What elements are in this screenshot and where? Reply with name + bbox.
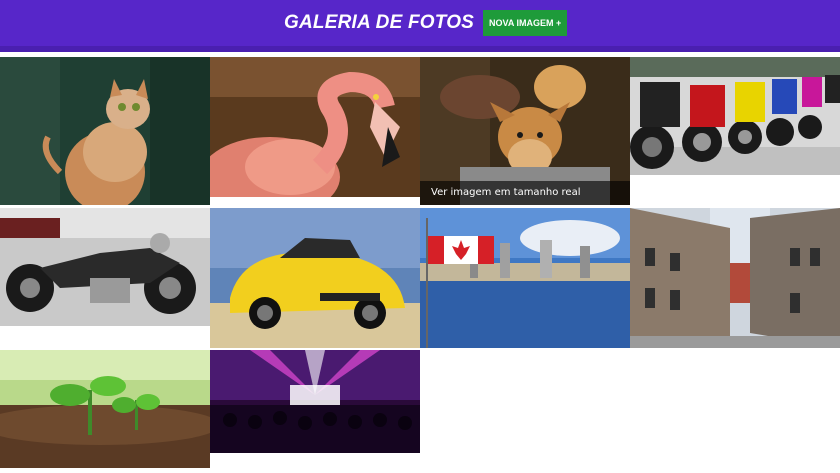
new-image-button[interactable]: NOVA IMAGEM + [483, 10, 568, 36]
photo-caption-overlay[interactable]: Ver imagem em tamanho real [420, 181, 630, 205]
photo-canada-flag-skyline[interactable] [420, 208, 630, 348]
photo-cruiser-motorcycles[interactable] [0, 208, 210, 326]
photo-concert[interactable] [210, 350, 420, 453]
photo-yellow-mustang[interactable] [210, 208, 420, 348]
photo-puppies[interactable]: Ver imagem em tamanho real [420, 57, 630, 205]
header-content: GALERIA DE FOTOS NOVA IMAGEM + [284, 10, 568, 36]
photo-flamingo[interactable] [210, 57, 420, 197]
top-header: GALERIA DE FOTOS NOVA IMAGEM + [0, 0, 840, 52]
photo-cat[interactable] [0, 57, 210, 205]
photo-sport-motorcycles[interactable] [630, 57, 840, 175]
photo-old-quebec-street[interactable] [630, 208, 840, 348]
gallery-title: GALERIA DE FOTOS [284, 12, 475, 33]
photo-seedling[interactable] [0, 350, 210, 468]
